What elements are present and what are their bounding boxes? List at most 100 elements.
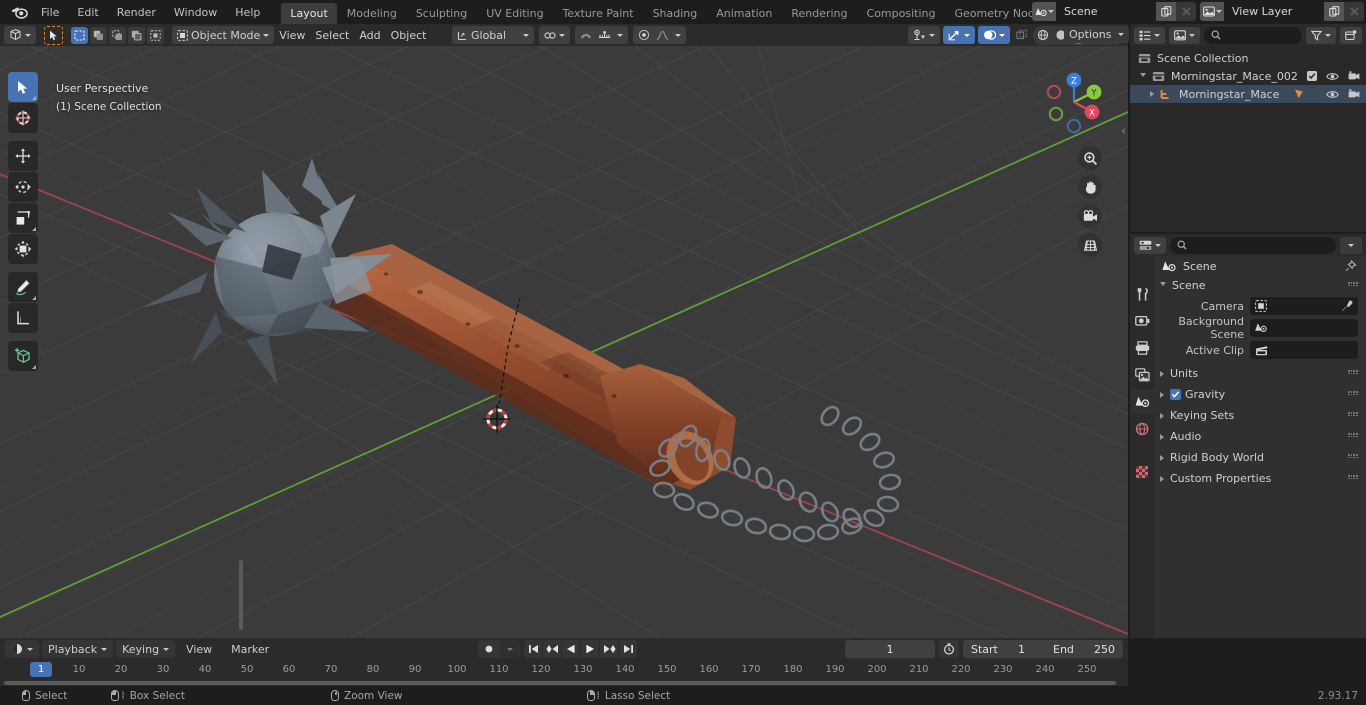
toggle-perspective-icon[interactable] xyxy=(1078,233,1102,257)
menu-window[interactable]: Window xyxy=(165,3,226,22)
viewport-options-button[interactable]: Options xyxy=(1064,26,1130,43)
workspace-tab-modeling[interactable]: Modeling xyxy=(338,3,406,25)
editor-type-3dview-icon[interactable] xyxy=(4,26,36,44)
workspace-tab-texture-paint[interactable]: Texture Paint xyxy=(554,3,643,25)
outliner-id-type-icon[interactable] xyxy=(1169,26,1200,44)
pin-icon[interactable] xyxy=(1345,260,1357,272)
camera-view-icon[interactable] xyxy=(1078,204,1102,228)
new-view-layer-icon[interactable] xyxy=(1324,2,1344,21)
jump-to-next-keyframe-icon[interactable] xyxy=(600,640,618,658)
timeline-ruler[interactable]: 1 10 20 30 40 50 60 70 80 90 100 110 120… xyxy=(0,660,1128,686)
object-mode-selector[interactable]: Object Mode xyxy=(172,26,275,44)
properties-tab-texture[interactable] xyxy=(1130,460,1154,484)
menu-file[interactable]: File xyxy=(32,3,68,22)
panel-expander-icon[interactable] xyxy=(1160,391,1164,398)
collection-checkbox[interactable] xyxy=(1307,71,1317,81)
play-icon[interactable] xyxy=(581,640,599,658)
pan-hand-icon[interactable] xyxy=(1078,175,1102,199)
menu-render[interactable]: Render xyxy=(108,3,165,22)
gravity-checkbox[interactable] xyxy=(1170,389,1181,400)
extend-select-icon[interactable] xyxy=(90,26,107,44)
panel-header-audio[interactable]: Audio xyxy=(1154,427,1366,446)
camera-field[interactable] xyxy=(1250,297,1358,315)
menu-help[interactable]: Help xyxy=(226,3,269,22)
invert-select-icon[interactable] xyxy=(128,26,145,44)
gizmo-toggle[interactable] xyxy=(943,26,975,44)
panel-expander-icon[interactable] xyxy=(1160,282,1166,289)
properties-tab-scene[interactable] xyxy=(1130,390,1154,414)
viewport-menu-object[interactable]: Object xyxy=(385,26,432,44)
workspace-tab-compositing[interactable]: Compositing xyxy=(858,3,945,25)
panel-header-scene[interactable]: Scene xyxy=(1154,276,1366,295)
use-preview-range-icon[interactable] xyxy=(939,640,959,658)
filter-funnel-icon[interactable] xyxy=(1306,26,1336,44)
panel-header-units[interactable]: Units xyxy=(1154,364,1366,383)
workspace-tab-rendering[interactable]: Rendering xyxy=(782,3,856,25)
cursor-tool[interactable] xyxy=(8,103,38,133)
viewport-menu-view[interactable]: View xyxy=(274,26,311,44)
outliner-search-input[interactable] xyxy=(1204,26,1302,44)
panel-expander-icon[interactable] xyxy=(1160,370,1164,377)
new-collection-icon[interactable] xyxy=(1340,26,1362,44)
tweak-tool[interactable] xyxy=(8,72,38,102)
3d-viewport[interactable]: User Perspective (1) Scene Collection Z … xyxy=(0,46,1128,638)
properties-tab-render[interactable] xyxy=(1130,309,1154,333)
jump-to-end-icon[interactable] xyxy=(619,640,637,658)
view-layer-name-field[interactable]: View Layer xyxy=(1224,2,1324,21)
transform-orientation-selector[interactable]: Global xyxy=(452,26,535,44)
panel-header-keying-sets[interactable]: Keying Sets xyxy=(1154,406,1366,425)
view-layer-selector[interactable]: View Layer xyxy=(1200,2,1364,21)
add-cube-tool[interactable] xyxy=(8,341,38,371)
outliner-display-mode-icon[interactable] xyxy=(1134,26,1165,44)
properties-tab-world[interactable] xyxy=(1130,417,1154,441)
workspace-tab-uv-editing[interactable]: UV Editing xyxy=(477,3,552,25)
timeline-menu-playback[interactable]: Playback xyxy=(42,640,114,658)
eyedropper-icon[interactable] xyxy=(1341,300,1353,312)
scene-name-field[interactable]: Scene xyxy=(1056,2,1156,21)
measure-tool[interactable] xyxy=(8,303,38,333)
pivot-point-selector[interactable] xyxy=(539,26,571,44)
jump-to-start-icon[interactable] xyxy=(524,640,542,658)
properties-tab-tool[interactable] xyxy=(1130,282,1154,306)
active-clip-field[interactable] xyxy=(1250,341,1358,359)
panel-header-gravity[interactable]: Gravity xyxy=(1154,385,1366,404)
annotate-tool[interactable] xyxy=(8,272,38,302)
proportional-editing-controls[interactable] xyxy=(633,26,687,44)
snap-controls[interactable] xyxy=(575,26,629,44)
panel-expander-icon[interactable] xyxy=(1160,412,1164,419)
sidebar-toggle-icon[interactable]: ‹ xyxy=(1121,124,1126,138)
timeline-menu-marker[interactable]: Marker xyxy=(223,643,277,656)
jump-to-prev-keyframe-icon[interactable] xyxy=(543,640,561,658)
viewport-vscrollbar[interactable] xyxy=(239,560,243,630)
panel-header-rigid-body-world[interactable]: Rigid Body World xyxy=(1154,448,1366,467)
properties-tab-output[interactable] xyxy=(1130,336,1154,360)
expander-down-icon[interactable] xyxy=(1140,72,1146,80)
panel-expander-icon[interactable] xyxy=(1160,433,1164,440)
auto-keying-record-icon[interactable] xyxy=(478,640,500,658)
workspace-tab-sculpting[interactable]: Sculpting xyxy=(407,3,476,25)
subtract-select-icon[interactable] xyxy=(109,26,126,44)
wireframe-shading-icon[interactable] xyxy=(1034,27,1051,44)
menu-edit[interactable]: Edit xyxy=(68,3,107,22)
outliner-row-scene-collection[interactable]: Scene Collection xyxy=(1130,49,1366,67)
viewport-menu-add[interactable]: Add xyxy=(354,26,386,44)
xray-toggle[interactable] xyxy=(1013,26,1030,44)
viewport-menu-select[interactable]: Select xyxy=(310,26,355,44)
panel-header-custom-properties[interactable]: Custom Properties xyxy=(1154,469,1366,488)
properties-search-input[interactable] xyxy=(1170,236,1336,254)
panel-expander-icon[interactable] xyxy=(1160,454,1164,461)
auto-keying-dropdown-icon[interactable] xyxy=(500,640,520,658)
properties-options-dropdown[interactable] xyxy=(1340,236,1362,254)
background-scene-field[interactable] xyxy=(1250,319,1358,337)
scale-tool[interactable] xyxy=(8,203,38,233)
current-frame-field[interactable]: 1 xyxy=(845,640,935,658)
set-select-icon[interactable] xyxy=(71,26,88,44)
play-reverse-icon[interactable] xyxy=(562,640,580,658)
expander-right-icon[interactable] xyxy=(1150,91,1154,97)
frame-range-fields[interactable]: Start 1 End 250 xyxy=(963,640,1123,658)
outliner-row-collection[interactable]: Morningstar_Mace_002 xyxy=(1130,67,1366,85)
tweak-tool-header-icon[interactable] xyxy=(44,25,63,45)
remove-view-layer-icon[interactable] xyxy=(1344,2,1364,21)
timeline-editor-icon[interactable] xyxy=(5,640,39,658)
new-scene-icon[interactable] xyxy=(1156,2,1176,21)
